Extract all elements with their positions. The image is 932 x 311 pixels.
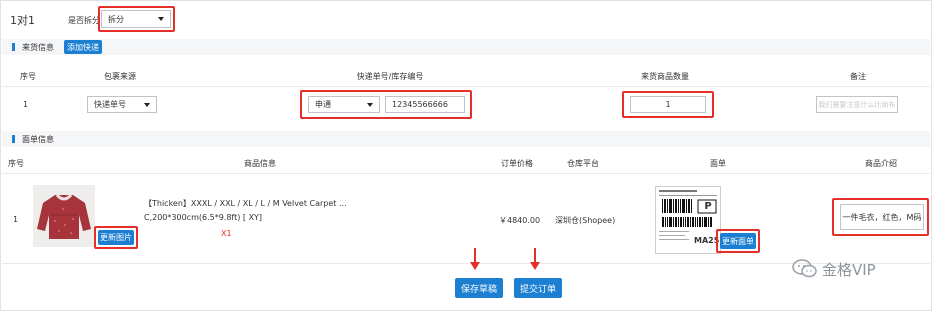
arrow-down-icon <box>474 248 476 262</box>
source-section-title: 来货信息 <box>22 43 54 52</box>
qty-badge: X1 <box>221 229 232 238</box>
product-spec: C,200*300cm(6.5*9.8ft) [ XY] <box>144 213 263 222</box>
col-warehouse: 仓库平台 <box>567 159 599 168</box>
warehouse-platform: 深圳仓(Shopee) <box>555 216 616 225</box>
package-source-select[interactable]: 快递单号 <box>87 96 157 113</box>
col-index: 序号 <box>8 159 24 168</box>
arrow-down-icon <box>470 262 480 270</box>
divider <box>2 173 930 174</box>
highlight-description <box>832 198 929 236</box>
watermark-text: 金格VIP <box>822 260 876 279</box>
label-letter: P <box>704 201 712 212</box>
order-price: ￥4840.00 <box>499 216 541 225</box>
save-draft-button[interactable]: 保存草稿 <box>455 278 503 298</box>
source-section-bar: 来货信息 <box>2 39 930 55</box>
watermark: 金格VIP <box>792 258 876 280</box>
sweater-image <box>33 185 95 247</box>
product-image <box>33 185 95 247</box>
shipping-label-image: P MA25 <box>655 186 721 254</box>
section-marker <box>12 43 15 51</box>
row-index: 1 <box>23 100 29 109</box>
arrow-down-icon <box>530 262 540 270</box>
section-marker <box>12 135 15 143</box>
submit-order-button[interactable]: 提交订单 <box>514 278 562 298</box>
col-tracking: 快递单号/库存编号 <box>356 72 424 81</box>
col-package-source: 包裹来源 <box>104 72 136 81</box>
order-section-bar: 面单信息 <box>2 131 930 147</box>
col-index: 序号 <box>20 72 36 81</box>
highlight-tracking <box>300 90 472 119</box>
page-title: 1对1 <box>10 14 35 27</box>
col-remark: 备注 <box>850 72 866 81</box>
arrow-down-icon <box>534 248 536 262</box>
col-price: 订单价格 <box>501 159 533 168</box>
remark-input[interactable]: 我们需要注意什么比如布 <box>816 96 898 113</box>
divider <box>2 263 930 264</box>
col-label: 面单 <box>710 159 726 168</box>
product-title: 【Thicken】XXXL / XXL / XL / L / M Velvet … <box>144 199 347 208</box>
col-quantity: 来货商品数量 <box>641 72 689 81</box>
package-source-value: 快递单号 <box>94 100 126 109</box>
wechat-icon <box>792 259 817 278</box>
highlight-split <box>98 6 175 32</box>
chevron-down-icon <box>144 102 150 107</box>
highlight-update-label <box>716 229 760 253</box>
highlight-quantity <box>622 91 714 118</box>
col-product-info: 商品信息 <box>244 159 276 168</box>
divider <box>2 86 930 87</box>
order-row-index: 1 <box>13 215 19 224</box>
split-label: 是否拆分 <box>68 16 100 25</box>
order-section-title: 面单信息 <box>22 135 54 144</box>
col-description: 商品介绍 <box>865 159 897 168</box>
highlight-update-image <box>94 226 138 249</box>
add-express-button[interactable]: 添加快递 <box>64 40 102 54</box>
